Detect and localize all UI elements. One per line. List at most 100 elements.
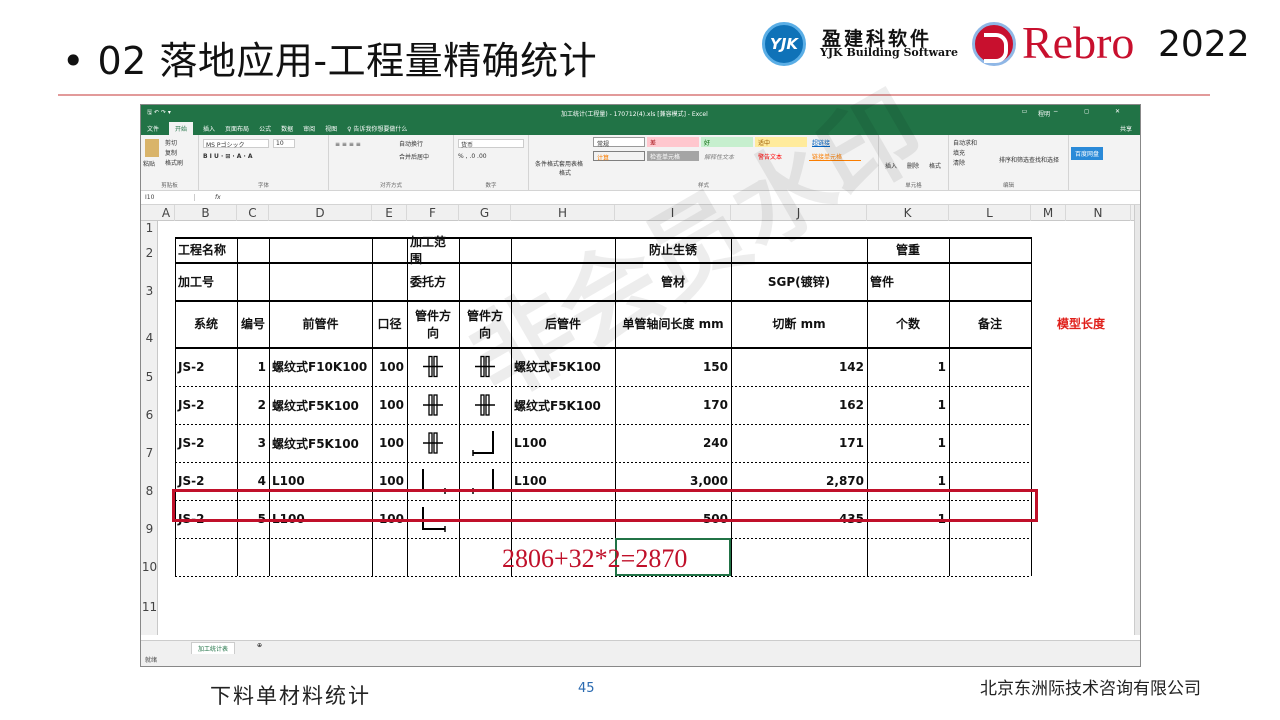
row-header[interactable]: 9 bbox=[141, 522, 158, 536]
rebro-logo-icon bbox=[972, 22, 1016, 66]
header-sys[interactable]: 系统 bbox=[178, 300, 234, 347]
header-note[interactable]: 备注 bbox=[952, 300, 1028, 347]
merge-center-button[interactable]: 合并后居中 bbox=[399, 152, 429, 161]
cell-diameter[interactable]: 100 bbox=[375, 424, 404, 462]
column-header[interactable]: C bbox=[237, 205, 269, 221]
header-no[interactable]: 编号 bbox=[240, 300, 266, 347]
column-header[interactable]: A bbox=[158, 205, 175, 221]
column-header[interactable]: E bbox=[372, 205, 407, 221]
style-bad[interactable]: 差 bbox=[647, 137, 699, 147]
row-header[interactable]: 11 bbox=[141, 600, 158, 614]
cloud-upload-button[interactable]: 百度网盘 bbox=[1071, 147, 1104, 160]
cell-number[interactable]: 3 bbox=[240, 424, 266, 462]
fx-icon[interactable]: fx bbox=[215, 194, 221, 201]
cell-front-fitting[interactable]: 螺纹式F10K100 bbox=[272, 347, 369, 386]
conditional-format-button[interactable]: 条件格式 bbox=[535, 159, 559, 168]
cell-scope-label[interactable]: 加工范围 bbox=[410, 235, 456, 266]
tab-formulas[interactable]: 公式 bbox=[259, 124, 271, 133]
cell-system[interactable]: JS-2 bbox=[178, 347, 234, 386]
column-header[interactable]: N bbox=[1066, 205, 1131, 221]
cell-front-fitting[interactable]: 螺纹式F5K100 bbox=[272, 424, 369, 462]
cell-pipe-weight-label[interactable]: 管重 bbox=[870, 237, 946, 262]
header-front[interactable]: 前管件 bbox=[272, 300, 369, 347]
cell-fitting-label[interactable]: 管件 bbox=[870, 262, 946, 300]
copy-button[interactable]: 复制 bbox=[165, 148, 177, 157]
row-header[interactable]: 7 bbox=[141, 446, 158, 460]
alignment-label: 对齐方式 bbox=[379, 183, 402, 189]
tab-data[interactable]: 数据 bbox=[281, 124, 293, 133]
row-headers: 1 2 3 4 5 6 7 8 9 10 11 bbox=[141, 221, 158, 635]
column-header[interactable]: M bbox=[1031, 205, 1066, 221]
column-header[interactable]: L bbox=[949, 205, 1031, 221]
row-header[interactable]: 2 bbox=[141, 246, 158, 260]
name-box[interactable]: I10 bbox=[145, 194, 195, 201]
tab-insert[interactable]: 插入 bbox=[203, 124, 215, 133]
paste-icon[interactable] bbox=[145, 139, 159, 157]
quick-access-icons[interactable]: 🖫 ↶ ↷ ▾ bbox=[147, 108, 171, 118]
style-calc[interactable]: 计算 bbox=[593, 151, 645, 162]
row-header[interactable]: 4 bbox=[141, 331, 158, 345]
cell-length[interactable]: 170 bbox=[618, 386, 728, 424]
fill-button[interactable]: 填充 bbox=[953, 148, 965, 157]
row-header[interactable]: 5 bbox=[141, 370, 158, 384]
table-format-button[interactable]: 套用表格格式 bbox=[559, 159, 587, 177]
tell-me-input[interactable]: ♀ 告诉我你想要做什么 bbox=[347, 124, 407, 133]
autosum-button[interactable]: 自动求和 bbox=[953, 138, 977, 147]
row-header[interactable]: 3 bbox=[141, 284, 158, 298]
add-sheet-icon[interactable]: ⊕ bbox=[257, 642, 262, 649]
cell-quantity[interactable]: 1 bbox=[870, 424, 946, 462]
cell-cut-length[interactable]: 162 bbox=[734, 386, 864, 424]
row-header[interactable]: 6 bbox=[141, 408, 158, 422]
row-header[interactable]: 10 bbox=[141, 560, 158, 574]
cell-quantity[interactable]: 1 bbox=[870, 347, 946, 386]
clear-button[interactable]: 清除 bbox=[953, 158, 965, 167]
paste-button[interactable]: 粘贴 bbox=[143, 159, 155, 168]
cell-process-no-label[interactable]: 加工号 bbox=[178, 262, 266, 300]
find-select-button[interactable]: 查找和选择 bbox=[1029, 155, 1059, 164]
font-name-select[interactable]: MS Pゴシック bbox=[203, 139, 269, 149]
header-qty[interactable]: 个数 bbox=[870, 300, 946, 347]
header-cut[interactable]: 切断 mm bbox=[734, 300, 864, 347]
cut-button[interactable]: 剪切 bbox=[165, 138, 177, 147]
font-size-select[interactable]: 10 bbox=[273, 139, 295, 148]
cell-back-fitting[interactable]: L100 bbox=[514, 424, 612, 462]
cell-diameter[interactable]: 100 bbox=[375, 347, 404, 386]
column-header[interactable]: F bbox=[407, 205, 459, 221]
cell-cut-length[interactable]: 171 bbox=[734, 424, 864, 462]
vertical-scrollbar[interactable] bbox=[1134, 205, 1140, 635]
format-painter-button[interactable]: 格式刷 bbox=[165, 158, 183, 167]
cell-project-name-label[interactable]: 工程名称 bbox=[178, 237, 266, 262]
table-line bbox=[175, 576, 1031, 577]
tab-page-layout[interactable]: 页面布局 bbox=[225, 124, 249, 133]
cell-number[interactable]: 1 bbox=[240, 347, 266, 386]
window-controls-icon[interactable]: ▭ − ◻ ✕ bbox=[1022, 108, 1132, 115]
tab-view[interactable]: 视图 bbox=[325, 124, 337, 133]
cell-quantity[interactable]: 1 bbox=[870, 386, 946, 424]
cell-number[interactable]: 2 bbox=[240, 386, 266, 424]
header-model-length[interactable]: 模型长度 bbox=[1034, 300, 1128, 347]
number-format-select[interactable]: 货币 bbox=[458, 139, 524, 149]
wrap-text-button[interactable]: 自动换行 bbox=[399, 139, 423, 148]
cell-system[interactable]: JS-2 bbox=[178, 424, 234, 462]
cell-system[interactable]: JS-2 bbox=[178, 386, 234, 424]
tab-review[interactable]: 审阅 bbox=[303, 124, 315, 133]
share-button[interactable]: 共享 bbox=[1120, 124, 1132, 133]
cell-front-fitting[interactable]: 螺纹式F5K100 bbox=[272, 386, 369, 424]
tab-file[interactable]: 文件 bbox=[147, 124, 159, 133]
header-dia[interactable]: 口径 bbox=[375, 300, 404, 347]
column-header[interactable]: D bbox=[269, 205, 372, 221]
column-header[interactable]: G bbox=[459, 205, 511, 221]
font-style-buttons[interactable]: B I U · ⊞ · A · A bbox=[203, 153, 253, 160]
number-format-icons[interactable]: % , .0 .00 bbox=[458, 153, 487, 160]
align-icons[interactable]: ≡ ≡ ≡ ≡ bbox=[335, 141, 361, 148]
tab-home[interactable]: 开始 bbox=[169, 121, 194, 135]
column-header[interactable]: B bbox=[175, 205, 237, 221]
calculation-annotation: 2806+32*2=2870 bbox=[502, 544, 688, 573]
style-normal[interactable]: 常规 bbox=[593, 137, 645, 148]
sort-filter-button[interactable]: 排序和筛选 bbox=[999, 155, 1029, 164]
row-header[interactable]: 1 bbox=[141, 221, 158, 235]
cell-diameter[interactable]: 100 bbox=[375, 386, 404, 424]
row-header[interactable]: 8 bbox=[141, 484, 158, 498]
cell-cut-length[interactable]: 142 bbox=[734, 347, 864, 386]
cell-length[interactable]: 240 bbox=[618, 424, 728, 462]
